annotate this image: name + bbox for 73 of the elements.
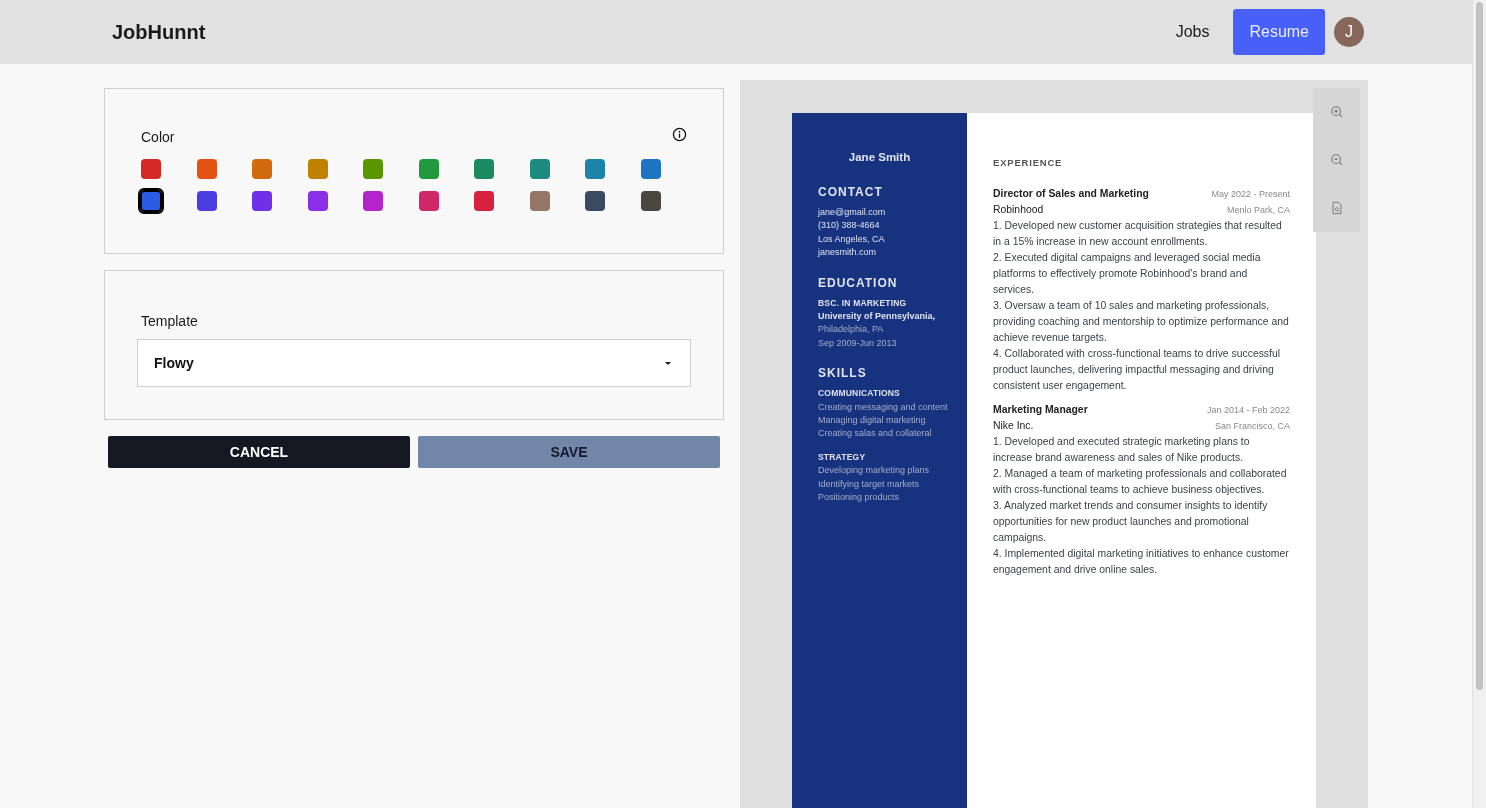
color-swatch[interactable] — [307, 159, 328, 179]
job-description: 4. Collaborated with cross-functional teams to drive successful product launches, delivering impactful messaging and driving consistent user engagement. — [993, 347, 1282, 393]
resume-name: Jane Smith — [847, 151, 912, 163]
color-swatch[interactable] — [140, 190, 162, 212]
skill-group-title: STRATEGY — [818, 450, 867, 464]
color-swatch[interactable] — [363, 191, 383, 211]
job-dates: May 2022 - Present — [1211, 188, 1290, 201]
job-description: 2. Executed digital campaigns and leveraged social media platforms to effectively promote Robinhood's brand and services. — [993, 251, 1262, 297]
section-heading: EDUCATION — [818, 275, 899, 290]
color-swatch[interactable] — [252, 159, 272, 179]
color-swatch[interactable] — [141, 159, 161, 179]
info-icon[interactable] — [672, 126, 687, 142]
caret-icon — [664, 360, 672, 366]
color-swatch[interactable] — [252, 191, 272, 211]
color-swatch[interactable] — [196, 159, 217, 179]
color-swatch[interactable] — [585, 191, 605, 211]
user-avatar[interactable]: J — [1334, 17, 1364, 47]
job-title: Director of Sales and Marketing — [993, 187, 1149, 201]
job-description: 3. Analyzed market trends and consumer insights to identify opportunities for new product launches and promotional campaigns. — [993, 499, 1269, 545]
company-name: Nike Inc. — [993, 419, 1034, 433]
contact-text: (310) 388-4664 — [818, 219, 881, 233]
section-heading: CONTACT — [818, 185, 884, 199]
section-heading: EXPERIENCE — [993, 157, 1064, 168]
app-logo[interactable]: JobHunnt — [112, 20, 206, 44]
job-description: 1. Developed and executed strategic marketing plans to increase brand awareness and sales of Nike products. — [993, 435, 1251, 465]
contact-text: Los Angeles, CA — [818, 232, 886, 246]
color-swatch[interactable] — [474, 159, 494, 179]
skill-text: Developing marketing plans — [818, 464, 931, 478]
job-dates: Jan 2014 - Feb 2022 — [1206, 404, 1290, 417]
color-label: Color — [141, 129, 175, 145]
template-select[interactable]: Flowy — [137, 339, 691, 387]
color-swatch[interactable] — [363, 159, 383, 179]
skill-text: Creating salas and collateral — [818, 427, 933, 441]
school-text: University of Pennsylvania, — [818, 310, 937, 324]
zoom-in-icon[interactable] — [1329, 105, 1344, 119]
color-swatch[interactable] — [585, 159, 605, 179]
nav-link[interactable]: Jobs — [1159, 9, 1226, 55]
job-location: San Francisco, CA — [1214, 420, 1290, 433]
template-label: Template — [140, 313, 199, 329]
education-text: Sep 2009-Jun 2013 — [818, 336, 898, 350]
skill-text: Identifying target markets — [818, 477, 921, 491]
skill-text: Managing digital marketing — [818, 414, 927, 428]
section-heading: SKILLS — [818, 366, 868, 381]
color-swatch[interactable] — [196, 191, 217, 211]
color-swatch[interactable] — [529, 191, 550, 211]
company-name: Robinhood — [993, 203, 1044, 217]
scrollbar[interactable] — [1472, 0, 1486, 808]
contact-text: janesmith.com — [818, 246, 878, 260]
job-description: 4. Implemented digital marketing initiatives to enhance customer engagement and drive online sales. — [993, 547, 1290, 577]
color-swatch[interactable] — [307, 191, 328, 211]
document-search-icon[interactable] — [1329, 201, 1344, 215]
education-text: Philadelphia, PA — [818, 323, 885, 337]
skill-group-title: COMMUNICATIONS — [818, 387, 901, 401]
color-swatch[interactable] — [640, 159, 661, 179]
color-swatch[interactable] — [418, 159, 439, 179]
job-title: Marketing Manager — [993, 403, 1088, 417]
color-swatch[interactable] — [474, 191, 494, 211]
contact-text: jane@gmail.com — [818, 206, 887, 219]
color-swatch[interactable] — [640, 191, 661, 211]
degree-text: BSC. IN MARKETING — [818, 296, 908, 310]
nav-link[interactable]: Resume — [1233, 9, 1325, 55]
scrollbar-thumb[interactable] — [1476, 2, 1483, 690]
save-button[interactable]: SAVE — [418, 436, 720, 468]
skill-text: Creating messaging and content — [818, 400, 949, 414]
color-swatch[interactable] — [418, 191, 439, 211]
job-location: Menlo Park, CA — [1226, 204, 1290, 217]
color-swatch[interactable] — [529, 159, 550, 179]
job-description: 3. Oversaw a team of 10 sales and marketing professionals, providing coaching and mentorship to optimize performance and achieve revenue targets. — [993, 299, 1290, 345]
zoom-out-icon[interactable] — [1329, 153, 1344, 167]
job-description: 1. Developed new customer acquisition strategies that resulted in a 15% increase in new account enrollments. — [993, 219, 1283, 249]
skill-text: Positioning products — [818, 491, 901, 505]
job-description: 2. Managed a team of marketing professionals and collaborated with cross-functional teams to achieve business objectives. — [993, 467, 1288, 497]
cancel-button[interactable]: CANCEL — [108, 436, 410, 468]
